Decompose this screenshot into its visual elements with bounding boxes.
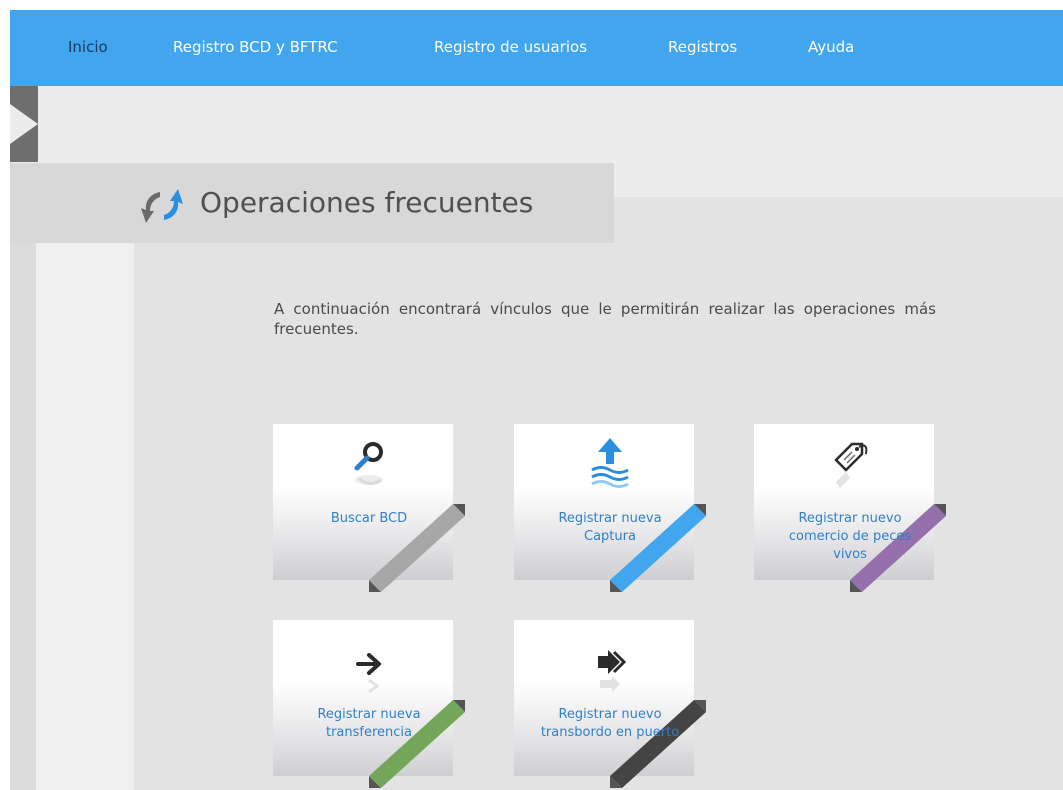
double-arrow-icon (598, 650, 627, 692)
sidebar-toggle-button[interactable] (10, 86, 38, 162)
tile-label: Registrar nuevo comercio de peces vivos (754, 510, 946, 564)
nav-item-registro-usuarios[interactable]: Registro de usuarios (434, 38, 587, 56)
chevron-right-icon (10, 104, 38, 144)
tile-label: Registrar nueva transferencia (273, 706, 465, 742)
tile-label: Registrar nueva Captura (514, 510, 706, 546)
tile-label: Registrar nuevo transbordo en puerto (514, 706, 706, 742)
tile-label-line: Registrar nueva (317, 707, 421, 722)
tile-label-line: transferencia (325, 725, 413, 740)
tile-buscar-bcd[interactable]: Buscar BCD (273, 424, 465, 592)
catch-upload-icon (591, 438, 629, 488)
tile-registrar-transbordo-puerto[interactable]: Registrar nuevo transbordo en puerto (514, 620, 706, 788)
intro-text: A continuación encontrará vínculos que l… (274, 300, 936, 338)
left-gutter (10, 243, 36, 790)
tile-label-line: Buscar BCD (330, 511, 408, 526)
top-navigation-bar: Inicio Registro BCD y BFTRC Registro de … (10, 10, 1063, 86)
tile-label-line: Captura (584, 529, 636, 544)
tile-label: Buscar BCD (273, 510, 465, 528)
magnifier-icon (354, 442, 383, 485)
left-gutter-inner (36, 243, 134, 790)
tile-label-line: Registrar nueva (558, 511, 662, 526)
tile-registrar-transferencia[interactable]: Registrar nueva transferencia (273, 620, 465, 788)
nav-item-registro-bcd-bftrc[interactable]: Registro BCD y BFTRC (173, 38, 338, 56)
tile-label-line: comercio de peces (788, 529, 912, 544)
nav-item-registros[interactable]: Registros (668, 38, 737, 56)
tile-label-line: Registrar nuevo (558, 707, 662, 722)
tile-registrar-comercio-peces-vivos[interactable]: Registrar nuevo comercio de peces vivos (754, 424, 946, 592)
nav-item-inicio[interactable]: Inicio (68, 38, 108, 56)
arrow-right-icon (356, 653, 381, 694)
page-title: Operaciones frecuentes (200, 186, 534, 219)
tag-icon (834, 442, 868, 488)
tile-label-line: Registrar nuevo (798, 511, 902, 526)
sync-arrows-icon (141, 189, 183, 223)
tile-label-line: vivos (833, 547, 867, 562)
tile-registrar-captura[interactable]: Registrar nueva Captura (514, 424, 706, 592)
nav-item-ayuda[interactable]: Ayuda (808, 38, 854, 56)
tile-label-line: transbordo en puerto (540, 725, 680, 740)
